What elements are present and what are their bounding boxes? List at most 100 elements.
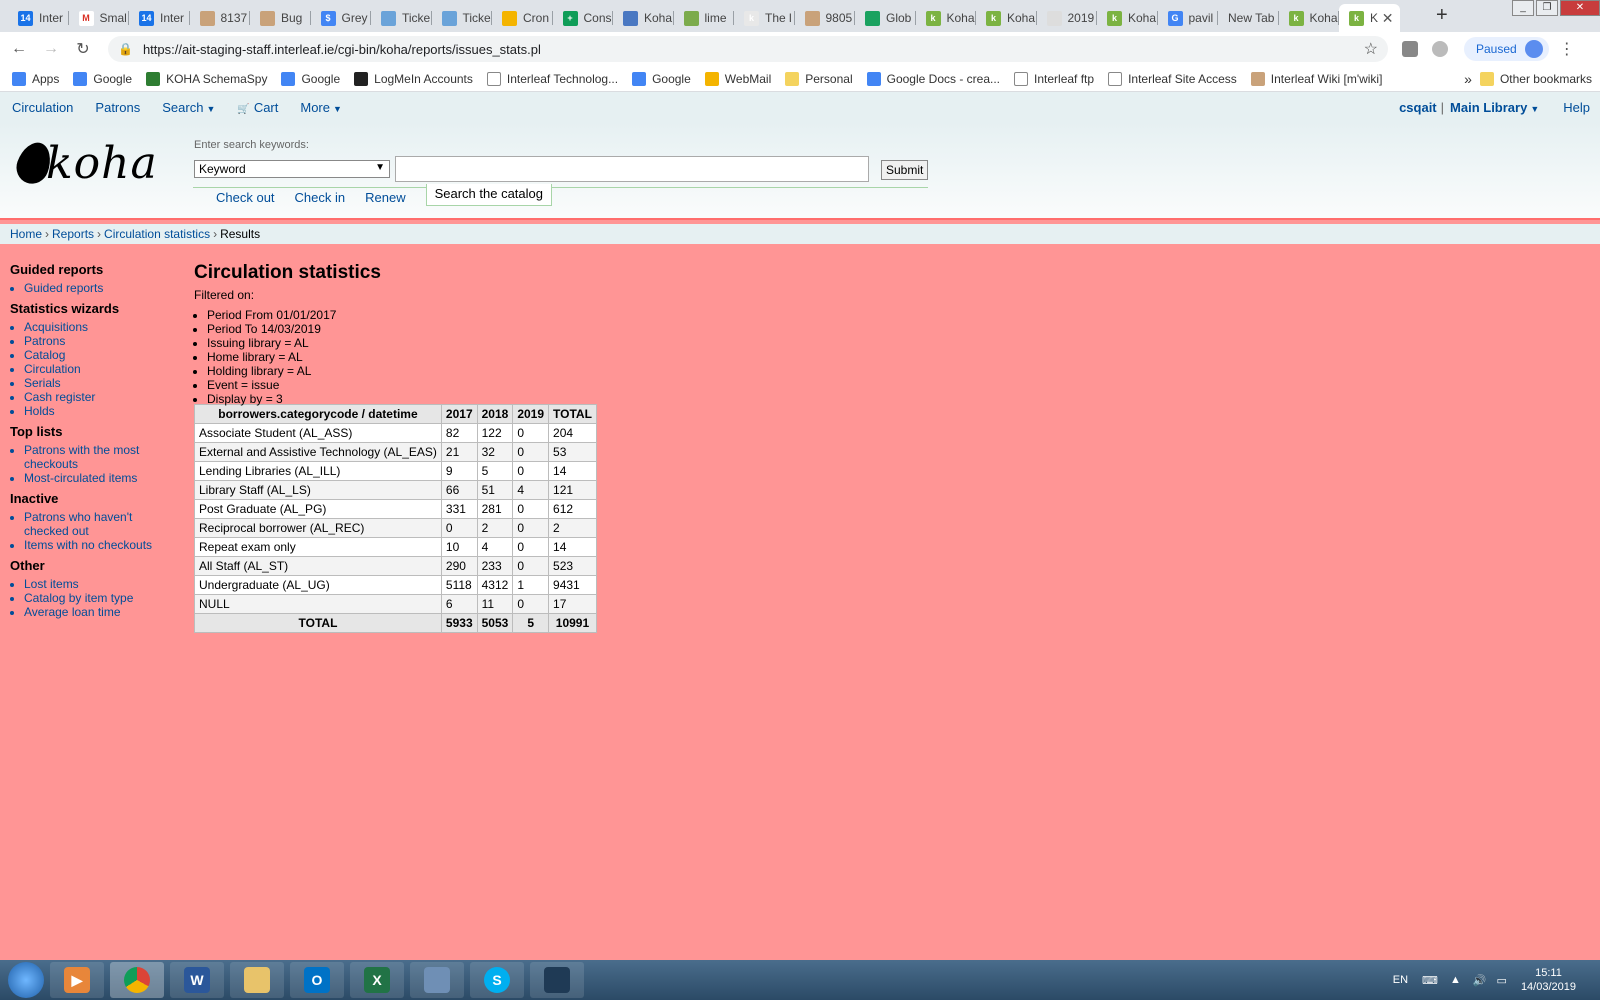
browser-tab[interactable]: 8137 [190, 4, 250, 32]
extension-icon[interactable] [1402, 41, 1418, 57]
bookmark-item[interactable]: LogMeIn Accounts [354, 71, 473, 86]
browser-tab[interactable]: + Cons [553, 4, 613, 32]
browser-tab[interactable]: Cron [492, 4, 553, 32]
sidebar-item[interactable]: Patrons [24, 334, 180, 348]
breadcrumb-home[interactable]: Home [10, 227, 42, 241]
browser-tab[interactable]: k Koha [1097, 4, 1158, 32]
back-arrow-icon[interactable]: ← [6, 40, 32, 58]
browser-tab[interactable]: Ticke [371, 4, 432, 32]
nav-search[interactable]: Search ▼ [162, 100, 215, 115]
browser-tab[interactable]: M Smal [69, 4, 129, 32]
close-tab-icon[interactable]: ✕ [1382, 10, 1394, 27]
browser-tab[interactable]: $ Grey [311, 4, 371, 32]
keyboard-icon[interactable]: ⌨ [1422, 974, 1438, 987]
bookmark-item[interactable]: Google [281, 71, 340, 86]
sidebar-item[interactable]: Guided reports [24, 281, 180, 295]
breadcrumb-reports[interactable]: Reports [52, 227, 94, 241]
tab-search-catalog[interactable]: Search the catalog [425, 184, 552, 206]
search-submit-button[interactable]: Submit [881, 160, 929, 180]
browser-tab[interactable]: New Tab [1218, 4, 1279, 32]
taskbar-mysql-workbench[interactable] [530, 962, 584, 998]
browser-tab[interactable]: lime [674, 4, 734, 32]
library-selector[interactable]: Main Library ▼ [1450, 100, 1539, 115]
browser-tab[interactable]: 9805 [795, 4, 855, 32]
koha-logo[interactable]: koha [11, 137, 158, 189]
other-bookmarks[interactable]: Other bookmarks [1479, 71, 1592, 86]
browser-tab[interactable]: k Koha [916, 4, 976, 32]
browser-tab[interactable]: k The l [734, 4, 795, 32]
sidebar-item[interactable]: Average loan time [24, 605, 180, 619]
breadcrumb-circulation-statistics[interactable]: Circulation statistics [104, 227, 210, 241]
sidebar-item[interactable]: Catalog [24, 348, 180, 362]
profile-button[interactable]: Paused [1464, 37, 1549, 61]
browser-tab[interactable]: Gpavil [1158, 4, 1218, 32]
minimize-button[interactable]: _ [1512, 0, 1534, 16]
sidebar-item[interactable]: Catalog by item type [24, 591, 180, 605]
bookmark-item[interactable]: Interleaf ftp [1014, 71, 1094, 86]
tab-check-in[interactable]: Check in [295, 188, 346, 206]
search-type-select[interactable]: Keyword ▼ [194, 160, 390, 178]
bookmark-star-icon[interactable]: ☆ [1364, 39, 1378, 59]
bookmark-item[interactable]: Google [73, 71, 132, 86]
logged-in-user[interactable]: csqait [1399, 100, 1437, 115]
network-icon[interactable]: ▭ [1497, 974, 1507, 987]
forward-arrow-icon[interactable]: → [38, 40, 64, 58]
bookmark-item[interactable]: Personal [785, 71, 853, 86]
browser-menu-icon[interactable]: ⋮ [1559, 39, 1575, 59]
search-input[interactable] [395, 156, 869, 182]
browser-tab[interactable]: Koha [613, 4, 674, 32]
browser-tab[interactable]: Glob [855, 4, 916, 32]
browser-tab[interactable]: 2019 [1037, 4, 1097, 32]
taskbar-explorer[interactable] [230, 962, 284, 998]
sidebar-item[interactable]: Items with no checkouts [24, 538, 180, 552]
address-bar[interactable]: 🔒 https://ait-staging-staff.interleaf.ie… [108, 36, 1388, 62]
nav-patrons[interactable]: Patrons [95, 100, 140, 115]
browser-tab[interactable]: Ticke [432, 4, 492, 32]
reload-icon[interactable]: ↻ [70, 39, 96, 59]
tab-check-out[interactable]: Check out [216, 188, 275, 206]
browser-tab[interactable]: 14 Inter [8, 4, 69, 32]
browser-tab[interactable]: Bug [250, 4, 311, 32]
taskbar-outlook[interactable]: O [290, 962, 344, 998]
browser-tab[interactable]: k Koha [976, 4, 1037, 32]
close-window-button[interactable]: ✕ [1560, 0, 1600, 16]
nav-help[interactable]: Help [1563, 100, 1590, 115]
volume-icon[interactable]: 🔊 [1473, 974, 1487, 987]
taskbar-control-panel[interactable] [410, 962, 464, 998]
bookmark-item[interactable]: Google Docs - crea... [866, 71, 1000, 86]
sidebar-item[interactable]: Patrons who haven't checked out [24, 510, 180, 538]
sidebar-item[interactable]: Cash register [24, 390, 180, 404]
bookmark-item[interactable]: Apps [12, 71, 59, 86]
taskbar-media-player[interactable]: ▶ [50, 962, 104, 998]
nav-more[interactable]: More ▼ [300, 100, 342, 115]
browser-tab[interactable]: 14 Inter [129, 4, 190, 32]
browser-tab[interactable]: k Koha [1279, 4, 1339, 32]
taskbar-excel[interactable]: X [350, 962, 404, 998]
sidebar-item[interactable]: Circulation [24, 362, 180, 376]
nav-cart[interactable]: 🛒 Cart [237, 100, 278, 115]
bookmark-item[interactable]: WebMail [704, 71, 771, 86]
taskbar-word[interactable]: W [170, 962, 224, 998]
sidebar-item[interactable]: Serials [24, 376, 180, 390]
start-button[interactable] [8, 962, 44, 998]
bookmark-item[interactable]: Google [632, 71, 691, 86]
clock[interactable]: 15:11 14/03/2019 [1521, 966, 1576, 994]
nav-circulation[interactable]: Circulation [12, 100, 73, 115]
language-indicator[interactable]: EN [1393, 974, 1408, 986]
bookmark-item[interactable]: Interleaf Wiki [m'wiki] [1250, 71, 1382, 86]
sidebar-item[interactable]: Lost items [24, 577, 180, 591]
tab-renew[interactable]: Renew [365, 188, 405, 206]
restore-button[interactable]: ❐ [1536, 0, 1558, 16]
extension-icon[interactable] [1432, 41, 1448, 57]
bookmark-item[interactable]: Interleaf Site Access [1108, 71, 1237, 86]
bookmark-item[interactable]: KOHA SchemaSpy [146, 71, 267, 86]
tray-expand-icon[interactable]: ▲ [1450, 974, 1461, 986]
sidebar-item[interactable]: Most-circulated items [24, 471, 180, 485]
bookmark-item[interactable]: Interleaf Technolog... [486, 71, 618, 86]
sidebar-item[interactable]: Acquisitions [24, 320, 180, 334]
sidebar-item[interactable]: Holds [24, 404, 180, 418]
taskbar-chrome[interactable] [110, 962, 164, 998]
taskbar-skype[interactable]: S [470, 962, 524, 998]
new-tab-button[interactable]: + [1436, 4, 1448, 27]
sidebar-item[interactable]: Patrons with the most checkouts [24, 443, 180, 471]
